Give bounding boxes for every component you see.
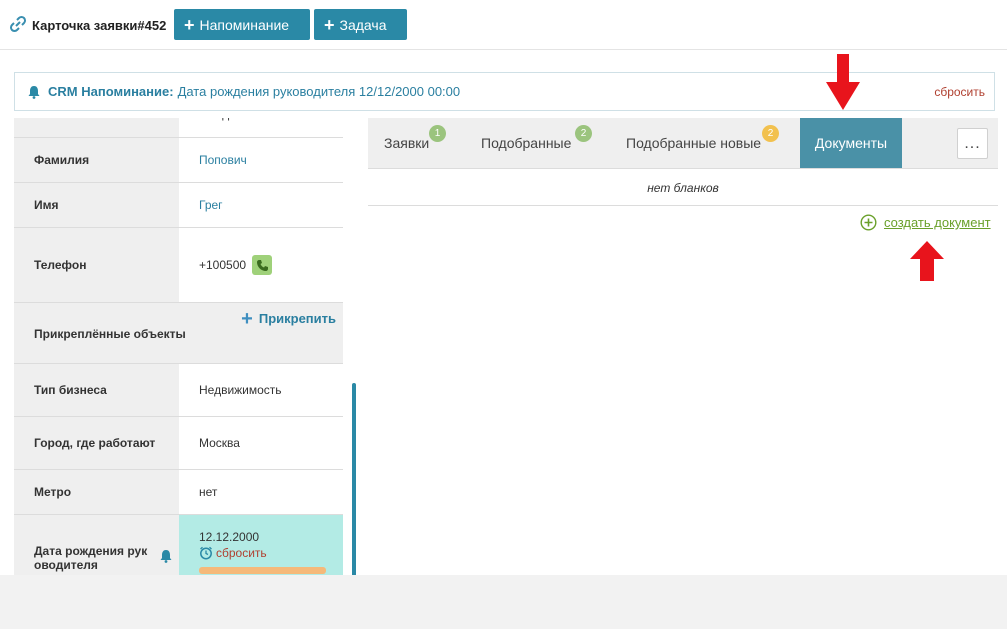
card-title-text: Карточка заявки#452	[32, 18, 167, 33]
field-row-lastname: Фамилия Попович	[14, 138, 343, 183]
birthday-label-text: Дата рождения рук оводителя	[34, 543, 148, 572]
tab-label: Подобранные	[481, 135, 572, 151]
field-label: Имя	[14, 183, 179, 227]
attach-label: Прикрепить	[258, 311, 336, 326]
birthday-value[interactable]: 12.12.2000	[199, 530, 343, 544]
field-row-activity: Активность сегодня 10:47	[14, 118, 343, 138]
field-label: Тип бизнеса	[14, 364, 179, 416]
tab-matched-new[interactable]: Подобранные новые 2	[626, 118, 779, 168]
tab-requests[interactable]: Заявки 1	[384, 118, 446, 168]
field-row-metro: Метро нет	[14, 470, 343, 515]
metro-value[interactable]: нет	[179, 470, 343, 514]
field-label: Активность	[14, 118, 179, 137]
field-row-business-type: Тип бизнеса Недвижимость	[14, 364, 343, 417]
tab-count-badge: 2	[762, 125, 779, 142]
phone-value[interactable]: +100500	[199, 258, 246, 272]
footer-strip	[0, 575, 1007, 629]
tabs-bar: Заявки 1 Подобранные 2 Подобранные новые…	[368, 118, 998, 169]
phone-value-cell: +100500	[179, 228, 343, 302]
arrow-down-icon	[826, 54, 860, 110]
no-forms-message: нет бланков	[368, 170, 998, 206]
bell-icon	[160, 550, 172, 563]
create-document-label: создать документ	[884, 215, 991, 230]
tab-count-badge: 2	[575, 125, 592, 142]
reminder-reset-link[interactable]: сбросить	[934, 85, 985, 99]
business-type-value[interactable]: Недвижимость	[179, 364, 343, 416]
tab-count-badge: 1	[429, 125, 446, 142]
link-icon	[8, 14, 28, 37]
tab-label: Подобранные новые	[626, 135, 762, 151]
plus-icon: +	[324, 14, 335, 35]
field-row-attached: Прикреплённые объекты + Прикрепить	[14, 303, 343, 364]
add-reminder-button[interactable]: + Напоминание	[174, 9, 310, 40]
attach-button[interactable]: + Прикрепить	[241, 307, 336, 330]
field-label: Метро	[14, 470, 179, 514]
alarm-clock-icon	[200, 546, 212, 560]
tab-matched[interactable]: Подобранные 2	[481, 118, 592, 168]
field-label: Телефон	[14, 228, 179, 302]
tab-label: Документы	[814, 135, 888, 151]
field-label: Фамилия	[14, 138, 179, 182]
create-document-link[interactable]: создать документ	[860, 214, 991, 231]
birthday-reset-link[interactable]: сбросить	[199, 546, 343, 560]
arrow-up-icon	[910, 241, 944, 281]
card-title: Карточка заявки#452	[8, 14, 166, 37]
plus-icon: +	[241, 307, 253, 330]
bell-icon	[28, 85, 40, 99]
field-row-firstname: Имя Грег	[14, 183, 343, 228]
tab-documents[interactable]: Документы	[800, 118, 902, 168]
add-reminder-label: Напоминание	[199, 16, 290, 33]
lastname-value[interactable]: Попович	[179, 138, 343, 182]
plus-icon: +	[184, 14, 195, 35]
reminder-progress-bar	[199, 567, 326, 574]
field-label: Город, где работают	[14, 417, 179, 469]
add-circle-icon	[860, 214, 877, 231]
city-value[interactable]: Москва	[179, 417, 343, 469]
reminder-label: CRM Напоминание:	[48, 84, 174, 99]
field-value: сегодня 10:47	[179, 118, 343, 137]
birthday-reset-label: сбросить	[216, 546, 267, 560]
lead-fields-panel: Активность сегодня 10:47 Фамилия Попович…	[14, 118, 343, 600]
phone-call-icon[interactable]	[252, 255, 273, 275]
add-task-label: Задача	[339, 16, 387, 33]
header: Карточка заявки#452 + Напоминание + Зада…	[0, 0, 1007, 50]
field-row-phone: Телефон +100500	[14, 228, 343, 303]
field-row-city: Город, где работают Москва	[14, 417, 343, 470]
tab-label: Заявки	[384, 135, 430, 151]
add-task-button[interactable]: + Задача	[314, 9, 407, 40]
firstname-value[interactable]: Грег	[179, 183, 343, 227]
reminder-text: Дата рождения руководителя 12/12/2000 00…	[177, 84, 461, 99]
more-button[interactable]: ...	[957, 128, 988, 159]
